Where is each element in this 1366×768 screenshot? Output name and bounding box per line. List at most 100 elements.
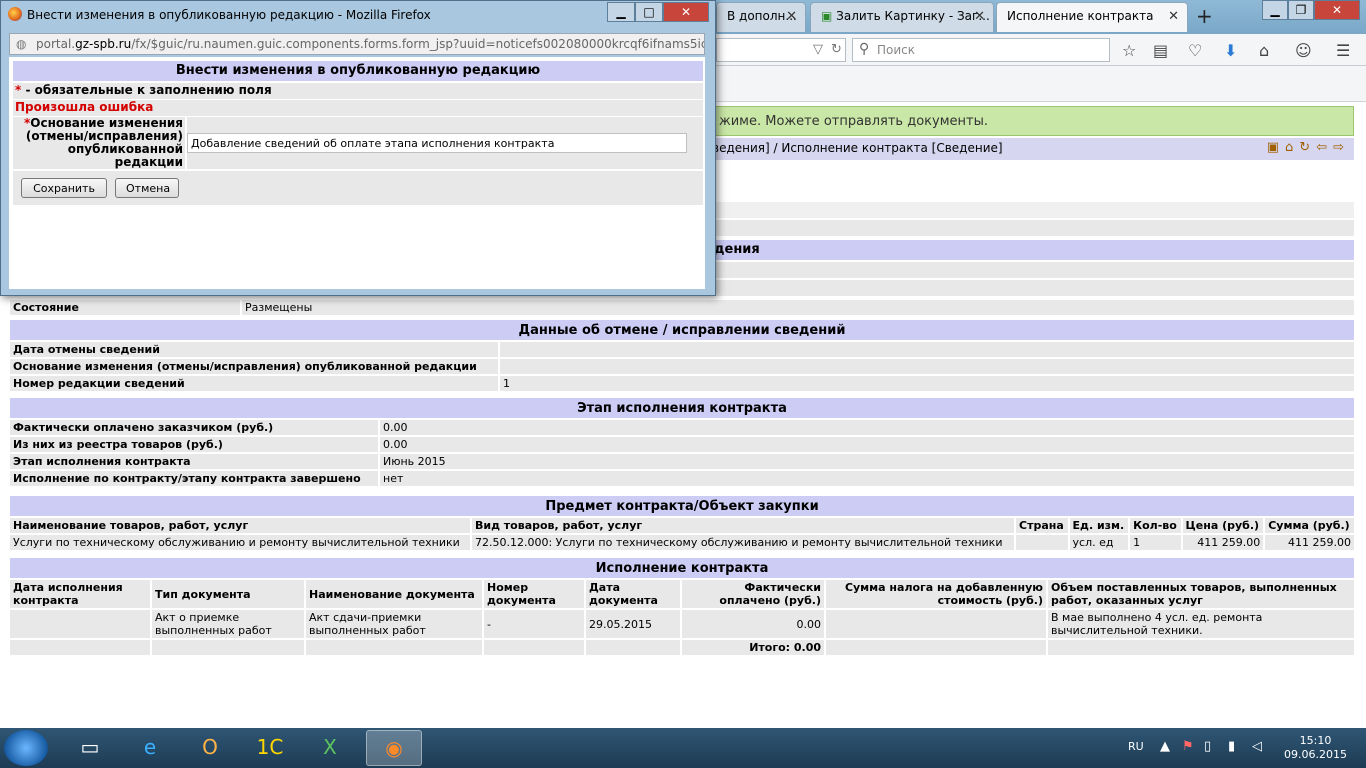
column-header: Ед. изм. — [1069, 518, 1129, 533]
execution-section-table: Исполнение контракта Дата исполнения кон… — [8, 556, 1356, 657]
column-header: Дата документа — [586, 580, 680, 608]
new-tab-icon[interactable]: + — [1196, 4, 1213, 28]
device-icon[interactable]: ▯ — [1204, 739, 1211, 754]
search-input[interactable]: ⚲ Поиск — [852, 38, 1110, 62]
bookmark-star-icon[interactable]: ☆ — [1122, 41, 1136, 60]
outlook-icon[interactable]: O — [182, 730, 238, 766]
language-indicator[interactable]: RU — [1128, 740, 1144, 753]
stage-section-title: Этап исполнения контракта — [10, 398, 1354, 418]
home-icon[interactable]: ⌂ — [1259, 41, 1269, 60]
table-cell — [1016, 535, 1068, 550]
menu-icon[interactable]: ☰ — [1336, 41, 1350, 60]
tab-contract-execution[interactable]: Исполнение контракта ✕ — [996, 2, 1188, 32]
column-header: Кол-во — [1130, 518, 1181, 533]
row-value: 0.00 — [380, 420, 1354, 435]
row-value: Июнь 2015 — [380, 454, 1354, 469]
download-icon[interactable]: ⬇ — [1224, 41, 1237, 60]
explorer-icon[interactable]: ▭ — [62, 730, 118, 766]
column-header: Цена (руб.) — [1182, 518, 1264, 533]
pocket-icon[interactable]: ♡ — [1188, 41, 1202, 60]
required-note: * - обязательные к заполнению поля — [13, 83, 703, 99]
tray-expand-icon[interactable]: ▲ — [1160, 739, 1170, 754]
close-icon[interactable]: ✕ — [974, 9, 985, 24]
tab-label: Залить Картинку - Заг... — [836, 9, 990, 23]
forward-arrow-icon[interactable]: ⇨ — [1333, 140, 1350, 155]
popup-url-bar[interactable]: ◍ portal.gz-spb.ru/fx/$guic/ru.naumen.gu… — [9, 33, 705, 55]
url-bar[interactable]: ▽ ↻ — [716, 38, 846, 62]
url-domain: gz-spb.ru — [75, 37, 132, 51]
stage-section-table: Этап исполнения контракта Фактически опл… — [8, 396, 1356, 488]
column-header: Сумма налога на добавленную стоимость (р… — [826, 580, 1046, 608]
total-value: Итого: 0.00 — [682, 640, 824, 655]
state-label: Состояние — [10, 300, 240, 315]
row-label: Этап исполнения контракта — [10, 454, 378, 469]
tab-upload-image[interactable]: ▣ Залить Картинку - Заг... ✕ — [810, 2, 994, 32]
minimize-icon[interactable]: ▁ — [1262, 0, 1288, 20]
back-arrow-icon[interactable]: ⇦ — [1316, 140, 1333, 155]
table-cell: усл. ед — [1069, 535, 1129, 550]
cancel-section-table: Данные об отмене / исправлении сведений … — [8, 318, 1356, 393]
field-label: *Основание изменения (отмены/исправления… — [13, 117, 185, 169]
internet-explorer-icon[interactable]: e — [122, 730, 178, 766]
bookmarks-list-icon[interactable]: ▤ — [1153, 41, 1168, 60]
column-header: Номер документа — [484, 580, 584, 608]
field-label-text: Основание изменения (отмены/исправления)… — [25, 116, 183, 169]
tab-additional[interactable]: В дополн... ✕ — [716, 2, 806, 32]
url-prefix: portal. — [36, 37, 76, 51]
clock[interactable]: 15:10 09.06.2015 — [1284, 734, 1347, 762]
close-window-icon[interactable]: ✕ — [663, 2, 709, 22]
row-label: Из них из реестра товаров (руб.) — [10, 437, 378, 452]
row-value: нет — [380, 471, 1354, 486]
maximize-icon[interactable]: □ — [635, 2, 663, 22]
row-value: 0.00 — [380, 437, 1354, 452]
close-icon[interactable]: ✕ — [786, 9, 797, 24]
popup-window-title: Внести изменения в опубликованную редакц… — [27, 8, 431, 22]
cancel-button[interactable]: Отмена — [115, 178, 179, 198]
state-value: Размещены — [242, 300, 1354, 315]
popup-form: Внести изменения в опубликованную редакц… — [9, 57, 705, 289]
refresh-icon[interactable]: ↻ — [1299, 140, 1316, 155]
subject-section-table: Предмет контракта/Объект закупки Наимено… — [8, 494, 1356, 552]
image-icon: ▣ — [821, 9, 837, 23]
excel-icon[interactable]: X — [302, 730, 358, 766]
table-cell: Акт о приемке выполненных работ — [152, 610, 304, 638]
row-value — [500, 359, 1354, 374]
column-header: Наименование документа — [306, 580, 482, 608]
total-row: Итого: 0.00 — [10, 640, 1354, 655]
column-header: Страна — [1016, 518, 1068, 533]
1c-icon[interactable]: 1C — [242, 730, 298, 766]
row-label: Дата отмены сведений — [10, 342, 498, 357]
network-alert-icon[interactable]: ⚑ — [1182, 739, 1194, 754]
reason-field[interactable] — [187, 133, 687, 153]
close-icon[interactable]: ✕ — [1168, 9, 1179, 24]
table-cell: 72.50.12.000: Услуги по техническому обс… — [472, 535, 1014, 550]
subject-section-title: Предмет контракта/Объект закупки — [10, 496, 1354, 516]
search-placeholder: Поиск — [877, 43, 916, 57]
minimize-icon[interactable]: ▁ — [607, 2, 635, 22]
execution-section-title: Исполнение контракта — [10, 558, 1354, 578]
table-cell: 411 259.00 — [1265, 535, 1354, 550]
tab-label: Исполнение контракта — [1007, 9, 1154, 23]
hello-icon[interactable]: ☺ — [1295, 41, 1312, 60]
row-label: Фактически оплачено заказчиком (руб.) — [10, 420, 378, 435]
breadcrumb: ведения] / Исполнение контракта [Сведени… — [706, 138, 1354, 160]
volume-icon[interactable]: ◁ — [1252, 739, 1262, 754]
reload-icon[interactable]: ↻ — [831, 42, 842, 57]
url-path: /fx/$guic/ru.naumen.guic.components.form… — [131, 37, 704, 51]
column-header: Сумма (руб.) — [1265, 518, 1354, 533]
restore-icon[interactable]: ❐ — [1288, 0, 1314, 20]
row-label: Номер редакции сведений — [10, 376, 498, 391]
dropdown-icon[interactable]: ▽ — [813, 42, 823, 57]
start-button[interactable] — [4, 730, 48, 766]
close-window-icon[interactable]: ✕ — [1314, 0, 1360, 20]
home-icon[interactable]: ⌂ — [1285, 140, 1299, 155]
popup-window: Внести изменения в опубликованную редакц… — [0, 0, 716, 296]
folder-icon[interactable]: ▣ — [1267, 140, 1285, 155]
table-cell — [10, 610, 150, 638]
firefox-icon[interactable]: ◉ — [366, 730, 422, 766]
save-button[interactable]: Сохранить — [21, 178, 107, 198]
column-header: Вид товаров, работ, услуг — [472, 518, 1014, 533]
form-heading: Внести изменения в опубликованную редакц… — [13, 61, 703, 81]
search-icon: ⚲ — [859, 41, 870, 57]
network-icon[interactable]: ▮ — [1228, 739, 1235, 754]
